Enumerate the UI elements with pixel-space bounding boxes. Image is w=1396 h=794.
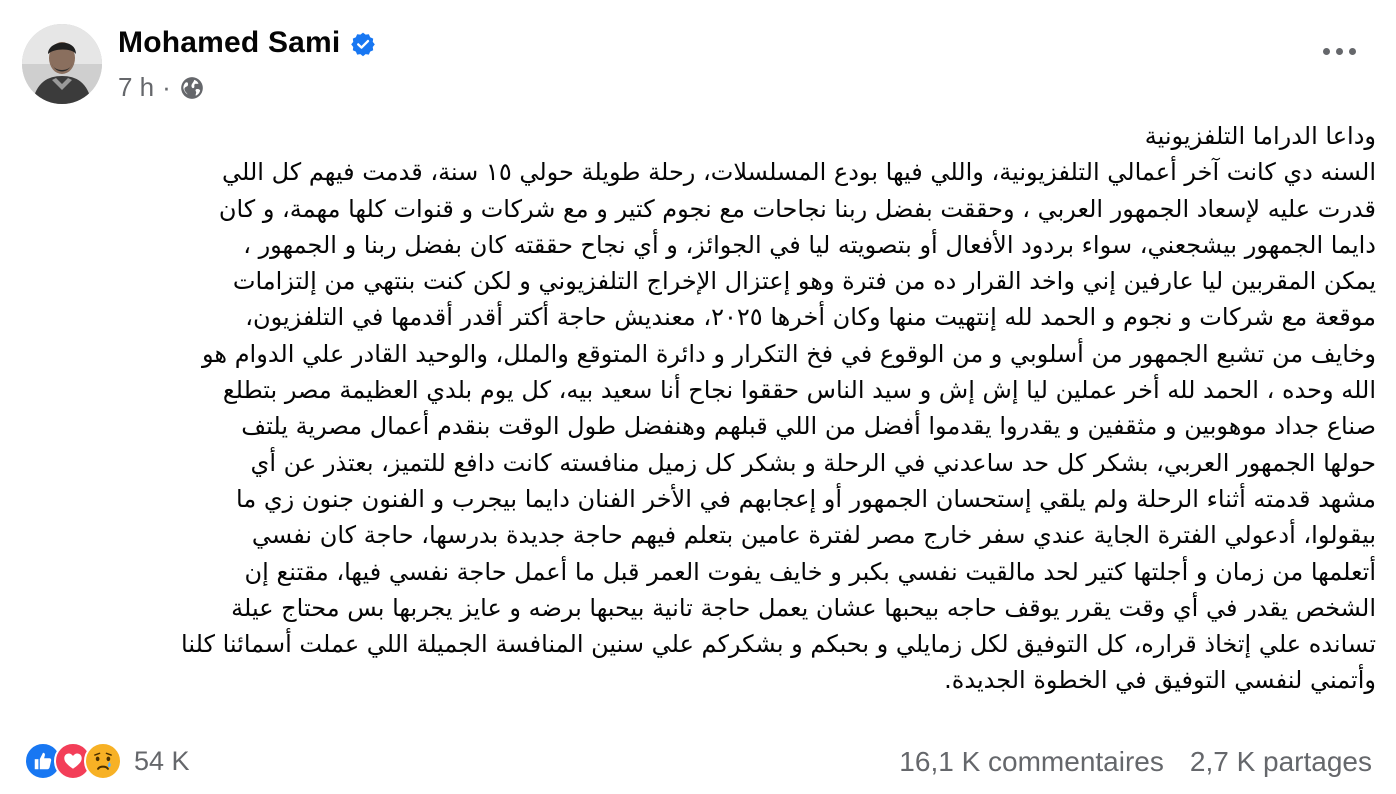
post-text-line: يمكن المقربين ليا عارفين إني واخد القرار… bbox=[232, 267, 1376, 296]
post-text-line: مشهد قدمته أثناء الرحلة ولم يلقي إستحسان… bbox=[236, 484, 1376, 513]
post-text-line: وداعا الدراما التلفزيونية bbox=[1144, 122, 1376, 150]
post-text-line: الشخص يقدر في أي وقت يقرر يوقف حاجه بيحب… bbox=[231, 593, 1376, 622]
post-text-line: وأتمني لنفسي التوفيق في الخطوة الجديدة. bbox=[944, 666, 1376, 695]
post-text-line: تسانده علي إتخاذ قراره، كل التوفيق لكل ز… bbox=[181, 630, 1376, 659]
engagement-stats: 16,1 K commentaires 2,7 K partages bbox=[899, 746, 1372, 778]
author-name[interactable]: Mohamed Sami bbox=[118, 26, 340, 60]
post-text-line: حولها الجمهور العربي، بشكر كل حد ساعدني … bbox=[250, 448, 1376, 477]
verified-badge-icon bbox=[350, 31, 376, 57]
post-timestamp[interactable]: 7 h bbox=[118, 72, 154, 103]
post-text-line: وخايف من تشبع الجمهور من أسلوبي و من الو… bbox=[202, 339, 1376, 368]
post-text-line: موقعة مع شركات و نجوم و الحمد لله إنتهيت… bbox=[245, 303, 1376, 332]
post-text-line: الله وحده ، الحمد لله أخر عملين ليا إش إ… bbox=[222, 376, 1376, 405]
post-text-line: بيقولوا، أدعولي الفترة الجاية عندي سفر خ… bbox=[251, 521, 1376, 550]
post-text: وداعا الدراما التلفزيونية السنه دي كانت … bbox=[40, 118, 1376, 699]
post-text-line: قدرت عليه لإسعاد الجمهور العربي ، وحققت … bbox=[218, 194, 1376, 223]
post-text-line: السنه دي كانت آخر أعمالي التلفزيونية، وا… bbox=[222, 158, 1376, 187]
more-options-button[interactable] bbox=[1323, 48, 1356, 55]
post-text-line: دايما الجمهور بيشجعني، سواء بردود الأفعا… bbox=[243, 230, 1376, 259]
comments-count-link[interactable]: 16,1 K commentaires bbox=[899, 746, 1164, 778]
meta-separator: · bbox=[162, 72, 171, 102]
reaction-count[interactable]: 54 K bbox=[134, 746, 190, 777]
post-author: Mohamed Sami bbox=[118, 26, 376, 60]
more-options-icon bbox=[1336, 48, 1343, 55]
profile-avatar[interactable] bbox=[22, 24, 102, 104]
more-options-icon bbox=[1323, 48, 1330, 55]
post-text-line: أتعلمها من زمان و أجلتها كتير لحد مالقيت… bbox=[244, 557, 1376, 586]
reaction-icons bbox=[24, 742, 122, 780]
sad-icon bbox=[84, 742, 122, 780]
avatar-photo bbox=[22, 24, 102, 104]
globe-icon[interactable] bbox=[179, 75, 205, 101]
post-text-line: صناع جداد موهوبين و مثقفين و يقدروا يقدم… bbox=[241, 412, 1376, 441]
reactions-summary[interactable]: 54 K bbox=[24, 742, 190, 780]
shares-count-link[interactable]: 2,7 K partages bbox=[1190, 746, 1372, 778]
post-meta: 7 h · bbox=[118, 72, 205, 103]
more-options-icon bbox=[1349, 48, 1356, 55]
